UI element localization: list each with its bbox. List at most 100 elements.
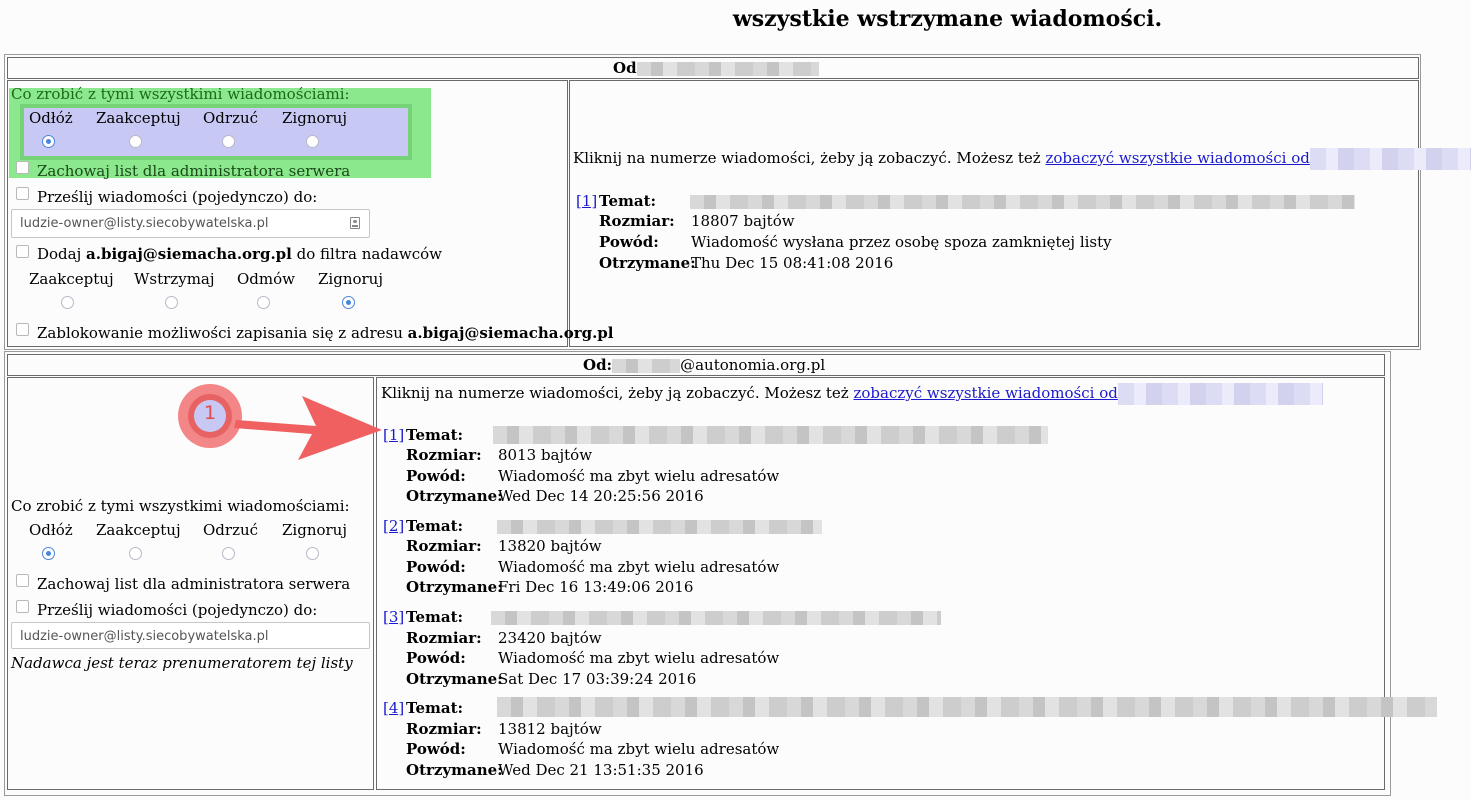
sender-2-forward-value: ludzie-owner@listy.siecobywatelska.pl — [20, 629, 269, 644]
received-value: Thu Dec 15 08:41:08 2016 — [691, 254, 894, 272]
size-value: 13820 bajtów — [498, 537, 602, 555]
reason-value: Wiadomość ma zbyt wielu adresatów — [498, 467, 780, 485]
sender-2-radio-odloz[interactable] — [42, 547, 55, 560]
sender-1-forward-input[interactable]: ludzie-owner@listy.siecobywatelska.pl — [11, 209, 370, 238]
sender-2-actions-label: Co zrobić z tymi wszystkimi wiadomościam… — [11, 497, 350, 515]
size-label: Rozmiar: — [406, 720, 482, 738]
sender-1-action-label-odrzuc: Odrzuć — [203, 109, 259, 127]
filter-radio-zignoruj[interactable] — [342, 296, 355, 309]
add-filter-email: a.bigaj@siemacha.org.pl — [86, 245, 292, 263]
sender-2-forward-checkbox[interactable] — [16, 600, 29, 613]
size-value: 13812 bajtów — [498, 720, 602, 738]
s1-msg1-link[interactable]: [1] — [576, 192, 597, 210]
filter-action-label-zignoruj: Zignoruj — [318, 270, 383, 288]
size-label: Rozmiar: — [406, 629, 482, 647]
sender-2-forward-input[interactable]: ludzie-owner@listy.siecobywatelska.pl — [11, 622, 370, 649]
sender-1-radio-zignoruj[interactable] — [306, 135, 319, 148]
sender-1-email-redacted — [636, 62, 819, 76]
sender-1-add-filter-label: Dodaj a.bigaj@siemacha.org.pl do filtra … — [37, 245, 442, 263]
size-value: 23420 bajtów — [498, 629, 602, 647]
sender-1-block-checkbox[interactable] — [16, 323, 29, 336]
sender-2-radio-zaakceptuj[interactable] — [129, 547, 142, 560]
received-label: Otrzymane: — [406, 761, 503, 779]
message-number-link[interactable]: [1] — [576, 192, 597, 210]
sender-1-view-all-link[interactable]: zobaczyć wszystkie wiadomości od — [1045, 149, 1309, 167]
s2-msg2-link[interactable]: [2] — [383, 517, 404, 535]
reason-label: Powód: — [406, 467, 466, 485]
sender-1-keep-admin-checkbox[interactable] — [16, 161, 29, 174]
page-title: wszystkie wstrzymane wiadomości. — [732, 6, 1163, 32]
sender-2-domain: @autonomia.org.pl — [680, 356, 826, 374]
reason-value: Wiadomość ma zbyt wielu adresatów — [498, 558, 780, 576]
sender-2-radio-odrzuc[interactable] — [222, 547, 235, 560]
reason-label: Powód: — [406, 740, 466, 758]
sender-2-action-label-zaakceptuj: Zaakceptuj — [96, 521, 181, 539]
sender-2-action-label-zignoruj: Zignoruj — [282, 521, 347, 539]
sender-2-keep-admin-label: Zachowaj list dla administratora serwera — [37, 575, 351, 593]
subject-label: Temat: — [599, 192, 657, 210]
received-value: Wed Dec 14 20:25:56 2016 — [498, 487, 704, 505]
filter-action-label-odmow: Odmów — [237, 270, 295, 288]
received-label: Otrzymane: — [406, 670, 503, 688]
add-filter-suffix: do filtra nadawców — [291, 245, 442, 263]
sender-2-from-label: Od: — [583, 356, 613, 374]
sender-1-action-label-zignoruj: Zignoruj — [282, 109, 347, 127]
sender-2-keep-admin-checkbox[interactable] — [16, 574, 29, 587]
reason-label: Powód: — [599, 233, 659, 251]
size-label: Rozmiar: — [406, 537, 482, 555]
sender-2-email-redacted — [612, 359, 681, 373]
size-value: 8013 bajtów — [498, 446, 593, 464]
message-number-link[interactable]: [2] — [383, 517, 404, 535]
subject-redacted — [493, 425, 1048, 444]
received-value: Wed Dec 21 13:51:35 2016 — [498, 761, 704, 779]
message-number-link[interactable]: [1] — [383, 426, 404, 444]
received-value: Sat Dec 17 03:39:24 2016 — [498, 670, 697, 688]
subject-label: Temat: — [406, 426, 464, 444]
sender-1-add-filter-checkbox[interactable] — [16, 245, 29, 258]
sender-1-forward-checkbox[interactable] — [16, 187, 29, 200]
sender-1-action-label-odloz: Odłóż — [29, 109, 73, 127]
size-label: Rozmiar: — [406, 446, 482, 464]
sender-1-from-label: Od — [613, 59, 637, 77]
reason-value: Wiadomość ma zbyt wielu adresatów — [498, 740, 780, 758]
sender-1-view-all-email-redacted — [1309, 148, 1471, 170]
sender-1-forward-label: Prześlij wiadomości (pojedynczo) do: — [37, 188, 318, 206]
sender-1-forward-value: ludzie-owner@listy.siecobywatelska.pl — [20, 216, 269, 231]
subject-redacted — [690, 192, 1355, 210]
filter-radio-odmow[interactable] — [257, 296, 270, 309]
sender-1-action-label-zaakceptuj: Zaakceptuj — [96, 109, 181, 127]
s2-msg4-link[interactable]: [4] — [383, 699, 404, 717]
size-label: Rozmiar: — [599, 212, 675, 230]
block-label-prefix: Zablokowanie możliwości zapisania się z … — [37, 324, 408, 342]
sender-1-radio-odrzuc[interactable] — [222, 135, 235, 148]
subject-label: Temat: — [406, 608, 464, 626]
s2-msg1-link[interactable]: [1] — [383, 426, 404, 444]
filter-action-label-zaakceptuj: Zaakceptuj — [29, 270, 114, 288]
sender-1-block-label: Zablokowanie możliwości zapisania się z … — [37, 324, 614, 342]
filter-action-label-wstrzymaj: Wstrzymaj — [134, 270, 215, 288]
click-info-text: Kliknij na numerze wiadomości, żeby ją z… — [573, 149, 1046, 167]
sender-1-radio-zaakceptuj[interactable] — [129, 135, 142, 148]
subject-label: Temat: — [406, 517, 464, 535]
message-number-link[interactable]: [3] — [383, 608, 404, 626]
sender-2-view-all-link[interactable]: zobaczyć wszystkie wiadomości od — [853, 384, 1117, 402]
sender-1-click-info: Kliknij na numerze wiadomości, żeby ją z… — [573, 148, 1471, 170]
subject-redacted — [497, 697, 1437, 717]
contact-card-icon[interactable] — [350, 217, 360, 229]
message-number-link[interactable]: [4] — [383, 699, 404, 717]
received-label: Otrzymane: — [406, 487, 503, 505]
filter-radio-zaakceptuj[interactable] — [61, 296, 74, 309]
sender-2-action-label-odloz: Odłóż — [29, 521, 73, 539]
filter-radio-wstrzymaj[interactable] — [165, 296, 178, 309]
sender-1-keep-admin-label: Zachowaj list dla administratora serwera — [37, 162, 351, 180]
reason-value: Wiadomość ma zbyt wielu adresatów — [498, 649, 780, 667]
received-value: Fri Dec 16 13:49:06 2016 — [498, 578, 694, 596]
sender-1-actions-label: Co zrobić z tymi wszystkimi wiadomościam… — [11, 85, 350, 103]
reason-label: Powód: — [406, 649, 466, 667]
sender-1-radio-odloz[interactable] — [42, 135, 55, 148]
sender-2-click-info: Kliknij na numerze wiadomości, żeby ją z… — [381, 383, 1323, 405]
sender-2-view-all-email-redacted — [1117, 383, 1323, 405]
sender-2-radio-zignoruj[interactable] — [306, 547, 319, 560]
received-label: Otrzymane: — [406, 578, 503, 596]
s2-msg3-link[interactable]: [3] — [383, 608, 404, 626]
